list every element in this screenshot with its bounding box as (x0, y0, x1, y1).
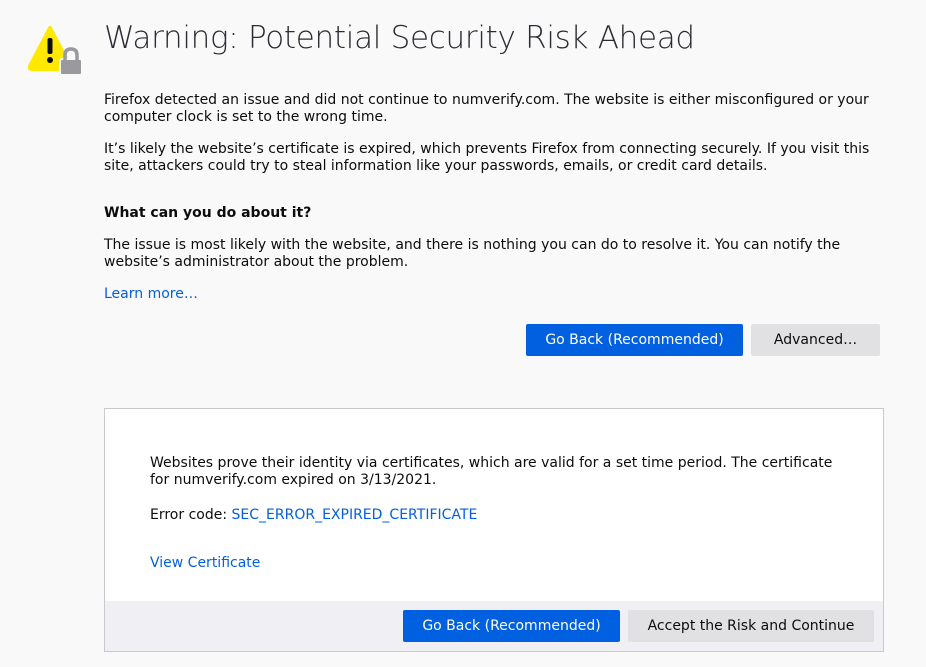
what-can-you-do-heading: What can you do about it? (104, 205, 312, 221)
accept-risk-button[interactable]: Accept the Risk and Continue (628, 610, 874, 642)
advanced-panel-footer: Go Back (Recommended) Accept the Risk an… (105, 601, 883, 651)
error-code-label: Error code: (150, 507, 232, 523)
page-title: Warning: Potential Security Risk Ahead (104, 20, 695, 56)
warning-lock-icon (28, 26, 83, 76)
error-code-line: Error code: SEC_ERROR_EXPIRED_CERTIFICAT… (150, 507, 477, 524)
error-code-link[interactable]: SEC_ERROR_EXPIRED_CERTIFICATE (232, 507, 478, 523)
advanced-panel: Websites prove their identity via certif… (104, 408, 884, 652)
what-can-you-do-text: The issue is most likely with the websit… (104, 237, 841, 270)
certificate-validity-text: Websites prove their identity via certif… (150, 455, 833, 488)
error-description: Firefox detected an issue and did not co… (104, 92, 869, 125)
view-certificate-link[interactable]: View Certificate (150, 555, 260, 571)
go-back-button[interactable]: Go Back (Recommended) (526, 324, 743, 356)
advanced-button[interactable]: Advanced… (751, 324, 880, 356)
certificate-explanation: It’s likely the website’s certificate is… (104, 141, 870, 174)
advanced-go-back-button[interactable]: Go Back (Recommended) (403, 610, 620, 642)
learn-more-link[interactable]: Learn more… (104, 286, 198, 302)
